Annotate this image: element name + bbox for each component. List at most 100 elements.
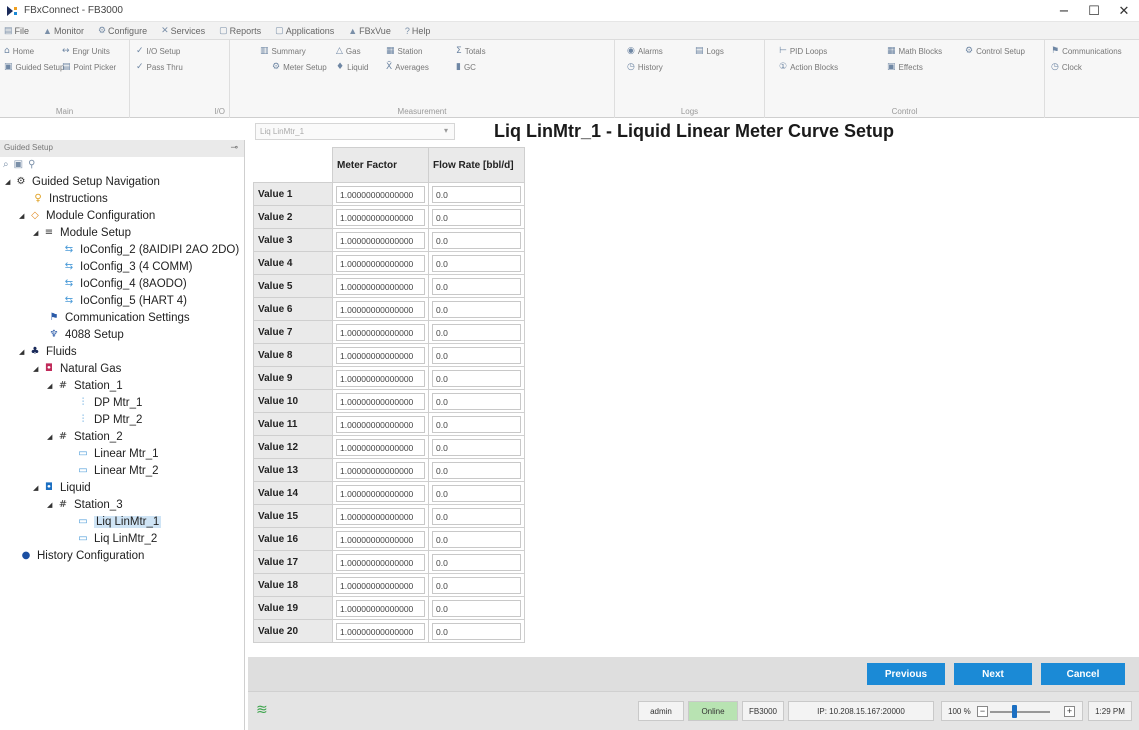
close-button[interactable]: ✕ xyxy=(1109,0,1139,22)
tree-node-module-setup[interactable]: ◢ ≡ Module Setup xyxy=(33,224,131,241)
meter-factor-input[interactable]: 1.00000000000000 xyxy=(336,254,425,272)
pass-thru-button[interactable]: ✓ Pass Thru xyxy=(136,62,183,72)
expanded-arrow-icon[interactable]: ◢ xyxy=(19,348,28,356)
meter-select-dropdown[interactable]: Liq LinMtr_1 ▾ xyxy=(255,123,455,140)
liquid-button[interactable]: ♦ Liquid xyxy=(336,62,368,72)
effects-button[interactable]: ▣ Effects xyxy=(887,62,923,72)
tree-node-liq-linmtr-1[interactable]: ▭ Liq LinMtr_1 xyxy=(76,513,162,530)
tree-node-dp-mtr-1[interactable]: ⫶ DP Mtr_1 xyxy=(76,394,143,411)
tree-node-module-configuration[interactable]: ◢ ◇ Module Configuration xyxy=(19,207,155,224)
meter-factor-input[interactable]: 1.00000000000000 xyxy=(336,369,425,387)
meter-factor-input[interactable]: 1.00000000000000 xyxy=(336,346,425,364)
expanded-arrow-icon[interactable]: ◢ xyxy=(33,229,42,237)
gc-button[interactable]: ▮ GC xyxy=(456,62,476,72)
meter-factor-input[interactable]: 1.00000000000000 xyxy=(336,277,425,295)
tree-node-station-1[interactable]: ◢ # Station_1 xyxy=(47,377,123,394)
zoom-in-button[interactable]: + xyxy=(1064,706,1075,717)
meter-factor-input[interactable]: 1.00000000000000 xyxy=(336,461,425,479)
expanded-arrow-icon[interactable]: ◢ xyxy=(47,501,56,509)
tree-node-linear-mtr-1[interactable]: ▭ Linear Mtr_1 xyxy=(76,445,158,462)
flow-rate-input[interactable]: 0.0 xyxy=(432,277,521,295)
tree-node-linear-mtr-2[interactable]: ▭ Linear Mtr_2 xyxy=(76,462,158,479)
flow-rate-input[interactable]: 0.0 xyxy=(432,300,521,318)
flow-rate-input[interactable]: 0.0 xyxy=(432,484,521,502)
flow-rate-input[interactable]: 0.0 xyxy=(432,369,521,387)
control-setup-button[interactable]: ⚙ Control Setup xyxy=(965,46,1025,56)
meter-factor-input[interactable]: 1.00000000000000 xyxy=(336,622,425,640)
flow-rate-input[interactable]: 0.0 xyxy=(432,254,521,272)
expanded-arrow-icon[interactable]: ◢ xyxy=(5,178,14,186)
flow-rate-input[interactable]: 0.0 xyxy=(432,553,521,571)
guided-setup-button[interactable]: ▣ Guided Setup xyxy=(4,62,64,72)
meter-factor-input[interactable]: 1.00000000000000 xyxy=(336,231,425,249)
engr-units-button[interactable]: ↔ Engr Units xyxy=(62,46,110,56)
tree-node-liq-linmtr-2[interactable]: ▭ Liq LinMtr_2 xyxy=(76,530,157,547)
tree-node-fluids[interactable]: ◢ ♣ Fluids xyxy=(19,343,77,360)
meter-factor-input[interactable]: 1.00000000000000 xyxy=(336,507,425,525)
cancel-button[interactable]: Cancel xyxy=(1041,663,1125,685)
expanded-arrow-icon[interactable]: ◢ xyxy=(19,212,28,220)
alarms-button[interactable]: ◉ Alarms xyxy=(627,46,663,56)
tree-node-instructions[interactable]: ♀ Instructions xyxy=(31,190,107,207)
flow-rate-input[interactable]: 0.0 xyxy=(432,599,521,617)
flow-rate-input[interactable]: 0.0 xyxy=(432,231,521,249)
flow-rate-input[interactable]: 0.0 xyxy=(432,323,521,341)
menu-tab-configure[interactable]: ⚙ Configure xyxy=(98,25,147,36)
tree-node-station-2[interactable]: ◢ # Station_2 xyxy=(47,428,123,445)
flow-rate-input[interactable]: 0.0 xyxy=(432,185,521,203)
summary-button[interactable]: ▥ Summary xyxy=(260,46,306,56)
clock-button[interactable]: ◷ Clock xyxy=(1051,62,1082,72)
expanded-arrow-icon[interactable]: ◢ xyxy=(33,484,42,492)
pin-icon[interactable]: ⊸ xyxy=(230,142,238,153)
tree-node-communication-settings[interactable]: ⚑ Communication Settings xyxy=(47,309,190,326)
flow-rate-input[interactable]: 0.0 xyxy=(432,461,521,479)
meter-factor-input[interactable]: 1.00000000000000 xyxy=(336,300,425,318)
math-blocks-button[interactable]: ▦ Math Blocks xyxy=(887,46,942,56)
menu-tab-fbxvue[interactable]: ▲ FBxVue xyxy=(348,26,391,36)
meter-factor-input[interactable]: 1.00000000000000 xyxy=(336,530,425,548)
tree-node-station-3[interactable]: ◢ # Station_3 xyxy=(47,496,123,513)
logs-button[interactable]: ▤ Logs xyxy=(695,46,724,56)
pid-loops-button[interactable]: ⊢ PID Loops xyxy=(779,46,827,56)
minimize-button[interactable]: − xyxy=(1049,0,1079,22)
tree-node-natural-gas[interactable]: ◢ ◘ Natural Gas xyxy=(33,360,121,377)
meter-factor-input[interactable]: 1.00000000000000 xyxy=(336,392,425,410)
tree-view-icon[interactable]: ⚲ xyxy=(28,159,35,170)
tree-node-history-configuration[interactable]: ● History Configuration xyxy=(19,547,145,564)
totals-button[interactable]: Σ Totals xyxy=(456,46,486,56)
communications-button[interactable]: ⚑ Communications xyxy=(1051,46,1122,56)
tree-node-dp-mtr-2[interactable]: ⫶ DP Mtr_2 xyxy=(76,411,143,428)
zoom-slider-track[interactable] xyxy=(990,711,1050,713)
menu-tab-monitor[interactable]: ▲ Monitor xyxy=(43,26,84,36)
station-button[interactable]: ▦ Station xyxy=(386,46,422,56)
io-setup-button[interactable]: ✓ I/O Setup xyxy=(136,46,180,56)
flow-rate-input[interactable]: 0.0 xyxy=(432,346,521,364)
menu-tab-file[interactable]: ▤ File xyxy=(4,25,29,36)
meter-setup-button[interactable]: ⚙ Meter Setup xyxy=(272,62,327,72)
meter-factor-input[interactable]: 1.00000000000000 xyxy=(336,208,425,226)
point-picker-button[interactable]: ▤ Point Picker xyxy=(62,62,116,72)
flow-rate-input[interactable]: 0.0 xyxy=(432,576,521,594)
next-button[interactable]: Next xyxy=(954,663,1032,685)
chevron-down-icon[interactable]: ▾ xyxy=(444,126,448,135)
flow-rate-input[interactable]: 0.0 xyxy=(432,415,521,433)
previous-button[interactable]: Previous xyxy=(867,663,945,685)
tree-node-guided-setup-navigation[interactable]: ◢ ⚙ Guided Setup Navigation xyxy=(5,173,160,190)
zoom-slider-thumb[interactable] xyxy=(1012,705,1017,718)
tree-node-4088-setup[interactable]: ♆ 4088 Setup xyxy=(47,326,124,343)
flow-rate-input[interactable]: 0.0 xyxy=(432,208,521,226)
menu-tab-help[interactable]: ? Help xyxy=(405,26,431,36)
meter-factor-input[interactable]: 1.00000000000000 xyxy=(336,599,425,617)
menu-tab-reports[interactable]: ▢ Reports xyxy=(219,25,261,36)
meter-factor-input[interactable]: 1.00000000000000 xyxy=(336,553,425,571)
tree-node-ioconfig-3[interactable]: ⇆ IoConfig_3 (4 COMM) xyxy=(62,258,193,275)
flow-rate-input[interactable]: 0.0 xyxy=(432,622,521,640)
flow-rate-input[interactable]: 0.0 xyxy=(432,392,521,410)
tree-node-ioconfig-4[interactable]: ⇆ IoConfig_4 (8AODO) xyxy=(62,275,187,292)
tree-node-ioconfig-2[interactable]: ⇆ IoConfig_2 (8AIDIPI 2AO 2DO) xyxy=(62,241,239,258)
home-button[interactable]: ⌂ Home xyxy=(4,46,34,56)
flow-rate-input[interactable]: 0.0 xyxy=(432,530,521,548)
expanded-arrow-icon[interactable]: ◢ xyxy=(47,382,56,390)
action-blocks-button[interactable]: ① Action Blocks xyxy=(779,62,838,72)
flow-rate-input[interactable]: 0.0 xyxy=(432,507,521,525)
